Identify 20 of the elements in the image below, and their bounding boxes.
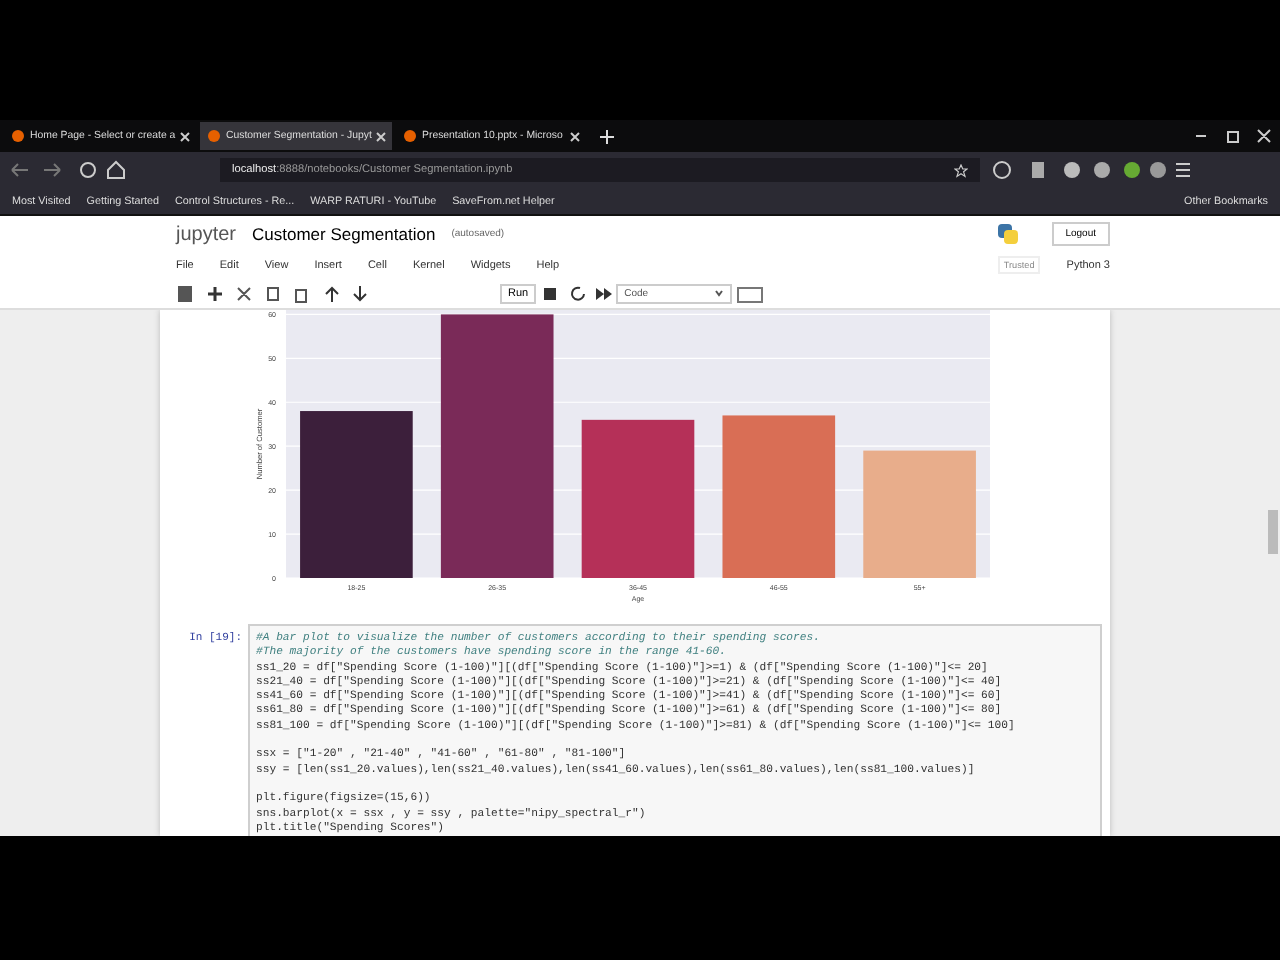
close-icon[interactable] [375, 131, 386, 141]
code-editor[interactable] [248, 624, 1102, 836]
notebook-title[interactable]: Customer Segmentation [252, 224, 436, 244]
window-controls-icon[interactable] [1192, 128, 1272, 144]
site-icon [208, 130, 220, 142]
scrollbar[interactable] [1268, 510, 1278, 554]
keyboard-icon[interactable] [736, 283, 765, 303]
site-icon [404, 130, 416, 142]
jupyter-logo[interactable]: jupyter [176, 223, 237, 245]
bar [863, 450, 976, 578]
navigation-icons[interactable] [8, 160, 128, 180]
extension-icons[interactable] [992, 160, 1192, 180]
close-icon[interactable] [570, 131, 580, 141]
python-logo-icon [995, 222, 1020, 246]
site-icon [12, 130, 24, 142]
close-icon[interactable] [179, 131, 190, 141]
kernel-control-icons[interactable] [540, 283, 613, 303]
caret-icon[interactable] [714, 287, 725, 297]
new-tab-icon[interactable] [600, 129, 614, 143]
bookmark-star-icon[interactable] [954, 163, 968, 177]
